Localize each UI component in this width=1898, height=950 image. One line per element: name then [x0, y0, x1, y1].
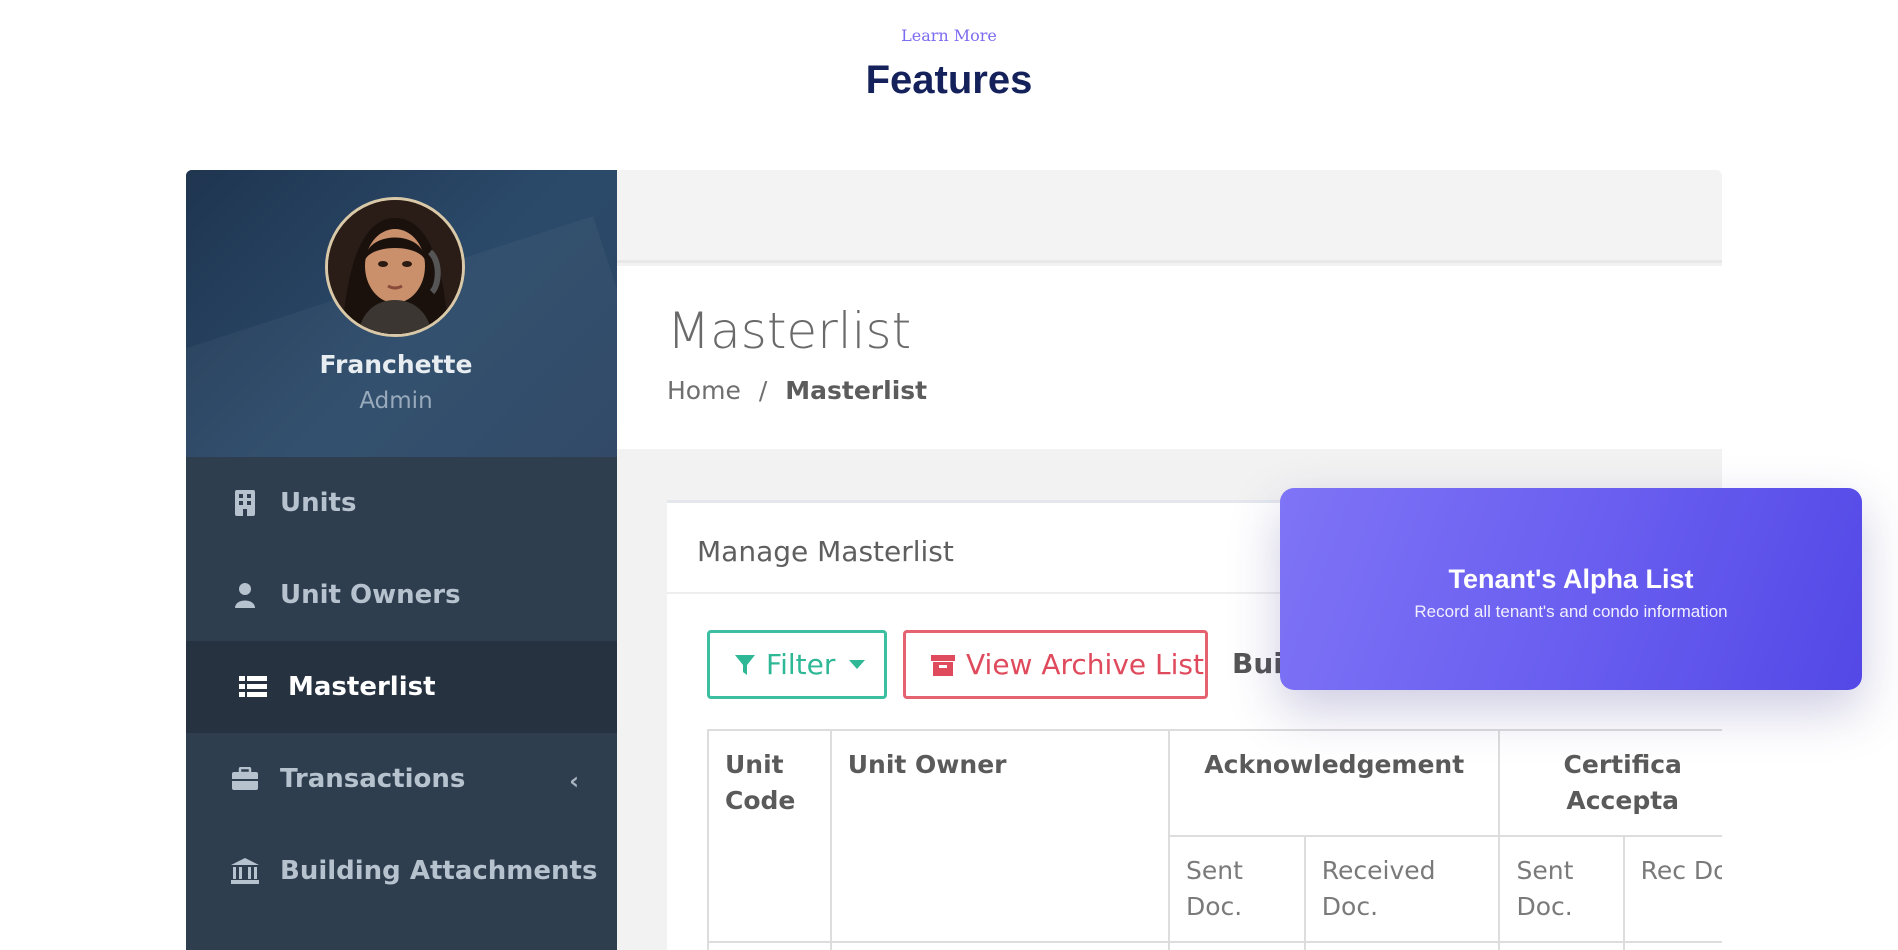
breadcrumb-current: Masterlist — [785, 376, 928, 405]
sidebar-item-unit-owners[interactable]: Unit Owners — [186, 549, 617, 641]
breadcrumb-separator: / — [758, 376, 768, 405]
section-heading: Features — [865, 58, 1033, 102]
page-title: Masterlist — [667, 302, 912, 360]
header-unit-owner[interactable]: Unit Owner — [829, 729, 1170, 943]
sidebar-item-label: Transactions — [280, 764, 466, 794]
page-header: Masterlist Home / Masterlist — [617, 266, 1722, 449]
caret-down-icon — [849, 660, 866, 669]
chevron-left-icon[interactable]: ‹ — [569, 767, 579, 795]
header-unit-code[interactable]: Unit Code — [707, 729, 832, 943]
filter-icon — [734, 653, 756, 677]
feature-card: Tenant's Alpha List Record all tenant's … — [1280, 488, 1862, 690]
header-certificate-acceptance: Certifica Accepta — [1498, 729, 1722, 837]
masterlist-table: Unit Code Unit Owner Acknowledgement Cer… — [707, 729, 1722, 950]
building-icon — [230, 488, 260, 518]
sidebar-item-building-attachments[interactable]: Building Attachments — [186, 825, 617, 917]
panel-title: Manage Masterlist — [697, 535, 954, 568]
top-navbar — [617, 170, 1722, 263]
avatar[interactable] — [325, 197, 465, 337]
bank-icon — [230, 856, 260, 886]
breadcrumb: Home / Masterlist — [667, 376, 927, 405]
feature-card-subtitle: Record all tenant's and condo informatio… — [1414, 602, 1728, 621]
archive-icon — [930, 653, 956, 677]
list-icon — [238, 672, 268, 702]
table-row[interactable] — [707, 941, 1722, 950]
filter-label: Filter — [766, 648, 836, 681]
subheader-sent-doc[interactable]: Sent Doc. — [1167, 835, 1306, 943]
sidebar-item-label: Building Attachments — [280, 856, 598, 886]
user-profile: Franchette Admin — [186, 170, 617, 457]
sidebar-item-masterlist[interactable]: Masterlist — [186, 641, 617, 733]
sidebar-item-transactions[interactable]: Transactions ‹ — [186, 733, 617, 825]
learn-more-link[interactable]: Learn More — [0, 26, 1898, 45]
sidebar-item-units[interactable]: Units — [186, 457, 617, 549]
archive-label: View Archive List — [966, 648, 1204, 681]
sidebar-item-label: Masterlist — [288, 672, 436, 702]
avatar-photo-icon — [328, 200, 462, 334]
filter-button[interactable]: Filter — [707, 630, 887, 699]
user-role: Admin — [359, 388, 433, 414]
user-icon — [230, 580, 260, 610]
sidebar: Franchette Admin Units Unit Owners Maste… — [186, 170, 617, 950]
view-archive-button[interactable]: View Archive List — [903, 630, 1208, 699]
user-name: Franchette — [319, 350, 473, 379]
breadcrumb-home[interactable]: Home — [667, 376, 741, 405]
briefcase-icon — [230, 764, 260, 794]
subheader-received-doc[interactable]: Rec Do — [1622, 835, 1722, 943]
feature-card-title: Tenant's Alpha List — [1448, 564, 1694, 594]
subheader-received-doc[interactable]: Received Doc. — [1303, 835, 1501, 943]
sidebar-item-label: Units — [280, 488, 357, 518]
sidebar-item-label: Unit Owners — [280, 580, 461, 610]
building-label-truncated: Bui — [1232, 647, 1283, 680]
subheader-sent-doc[interactable]: Sent Doc. — [1498, 835, 1625, 943]
header-acknowledgement: Acknowledgement — [1167, 729, 1501, 837]
